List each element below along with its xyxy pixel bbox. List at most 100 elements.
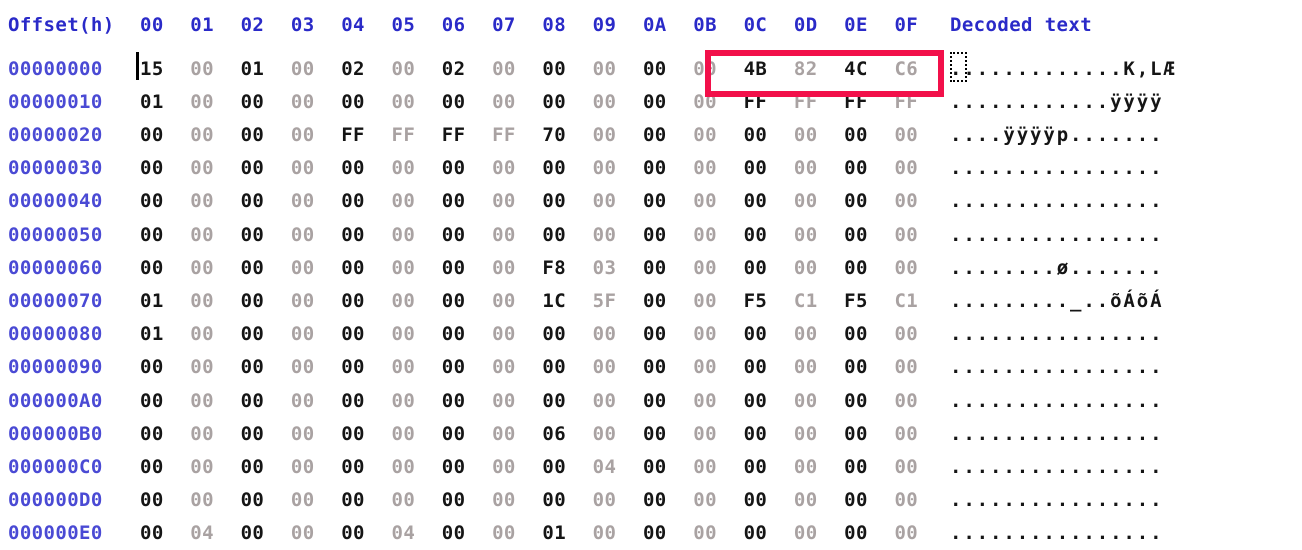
row-decoded-text[interactable]: ................ (950, 390, 1163, 412)
row-decoded-text[interactable]: ................ (950, 224, 1163, 246)
hex-byte[interactable]: 70 (542, 124, 592, 146)
hex-byte[interactable]: 00 (593, 58, 643, 80)
hex-byte[interactable]: 00 (140, 356, 190, 378)
hex-byte[interactable]: 00 (291, 456, 341, 478)
hex-byte[interactable]: 00 (492, 423, 542, 445)
hex-byte[interactable]: 00 (794, 456, 844, 478)
hex-byte[interactable]: 00 (492, 224, 542, 246)
hex-byte[interactable]: 00 (190, 58, 240, 80)
hex-byte[interactable]: 00 (542, 224, 592, 246)
hex-byte[interactable]: C1 (894, 290, 944, 312)
row-hex-cells[interactable]: 00 00 00 00 FF FF FF FF 70 00 00 00 00 00 00 00 (140, 118, 945, 151)
hex-byte[interactable]: 00 (442, 257, 492, 279)
hex-byte[interactable]: 00 (241, 91, 291, 113)
hex-byte[interactable]: F5 (744, 290, 794, 312)
hex-row[interactable]: 000000E0 00 04 00 00 00 04 00 00 01 00 00 00 00 00 00 00… (0, 517, 1302, 550)
hex-byte[interactable]: 00 (744, 323, 794, 345)
hex-byte[interactable]: 00 (844, 522, 894, 544)
hex-byte[interactable]: 00 (492, 157, 542, 179)
hex-byte[interactable]: 00 (693, 390, 743, 412)
hex-byte[interactable]: 00 (794, 390, 844, 412)
row-decoded-text[interactable]: .............K‚LÆ (950, 58, 1177, 80)
hex-byte[interactable]: 00 (391, 456, 441, 478)
hex-byte[interactable]: 00 (190, 124, 240, 146)
hex-row[interactable]: 00000070 01 00 00 00 00 00 00 00 1C 5F 00 00 F5 C1 F5 C1… (0, 284, 1302, 317)
hex-byte[interactable]: 00 (894, 356, 944, 378)
hex-byte[interactable]: FF (744, 91, 794, 113)
hex-byte[interactable]: 00 (442, 356, 492, 378)
row-decoded-text[interactable]: ................ (950, 356, 1163, 378)
hex-byte[interactable]: 00 (291, 522, 341, 544)
hex-row[interactable]: 00000000 15 00 01 00 02 00 02 00 00 00 00 00 4B 82 4C C6… (0, 52, 1302, 85)
hex-byte[interactable]: 00 (391, 157, 441, 179)
hex-byte[interactable]: 00 (241, 390, 291, 412)
hex-byte[interactable]: 1C (542, 290, 592, 312)
hex-byte[interactable]: 00 (291, 290, 341, 312)
hex-byte[interactable]: 00 (391, 323, 441, 345)
hex-byte[interactable]: 01 (140, 290, 190, 312)
hex-byte[interactable]: 00 (593, 124, 643, 146)
hex-byte[interactable]: 00 (643, 489, 693, 511)
hex-byte[interactable]: 00 (492, 323, 542, 345)
hex-byte[interactable]: 00 (693, 323, 743, 345)
hex-byte[interactable]: 00 (744, 190, 794, 212)
hex-byte[interactable]: 00 (241, 157, 291, 179)
row-decoded-text[interactable]: ................ (950, 423, 1163, 445)
hex-byte[interactable]: 00 (140, 456, 190, 478)
row-decoded-text[interactable]: ............ÿÿÿÿ (950, 91, 1163, 113)
hex-byte[interactable]: 00 (593, 323, 643, 345)
hex-byte[interactable]: 00 (643, 58, 693, 80)
hex-byte[interactable]: 00 (794, 224, 844, 246)
row-hex-cells[interactable]: 01 00 00 00 00 00 00 00 00 00 00 00 FF FF FF FF (140, 85, 945, 118)
hex-byte[interactable]: 00 (844, 423, 894, 445)
hex-byte[interactable]: 00 (241, 356, 291, 378)
hex-byte[interactable]: 00 (391, 489, 441, 511)
hex-byte[interactable]: FF (844, 91, 894, 113)
hex-byte[interactable]: 00 (391, 224, 441, 246)
hex-byte[interactable]: 00 (241, 456, 291, 478)
hex-byte[interactable]: FF (391, 124, 441, 146)
hex-byte[interactable]: 00 (190, 224, 240, 246)
hex-byte[interactable]: 00 (542, 489, 592, 511)
row-decoded-text[interactable]: ................ (950, 522, 1163, 544)
hex-byte[interactable]: 00 (693, 157, 743, 179)
hex-byte[interactable]: 02 (442, 58, 492, 80)
hex-byte[interactable]: 00 (291, 356, 341, 378)
hex-byte[interactable]: 00 (140, 522, 190, 544)
hex-byte[interactable]: 00 (140, 157, 190, 179)
hex-byte[interactable]: 00 (844, 224, 894, 246)
hex-byte[interactable]: 00 (391, 190, 441, 212)
hex-byte[interactable]: 00 (643, 91, 693, 113)
hex-byte[interactable]: 00 (190, 423, 240, 445)
hex-byte[interactable]: 01 (140, 91, 190, 113)
hex-byte[interactable]: 00 (291, 91, 341, 113)
hex-byte[interactable]: 00 (593, 190, 643, 212)
hex-byte[interactable]: 00 (190, 456, 240, 478)
hex-byte[interactable]: 00 (341, 157, 391, 179)
hex-byte[interactable]: 00 (643, 257, 693, 279)
hex-byte[interactable]: 00 (241, 257, 291, 279)
row-hex-cells[interactable]: 00 04 00 00 00 04 00 00 01 00 00 00 00 00 00 00 (140, 517, 945, 550)
hex-byte[interactable]: 00 (693, 58, 743, 80)
hex-byte[interactable]: 00 (291, 224, 341, 246)
hex-byte[interactable]: 00 (140, 124, 190, 146)
hex-byte[interactable]: 00 (844, 489, 894, 511)
hex-byte[interactable]: 04 (593, 456, 643, 478)
hex-byte[interactable]: 00 (794, 356, 844, 378)
row-hex-cells[interactable]: 00 00 00 00 00 00 00 00 00 00 00 00 00 00 00 00 (140, 484, 945, 517)
hex-byte[interactable]: 00 (291, 423, 341, 445)
hex-byte[interactable]: 00 (593, 356, 643, 378)
hex-byte[interactable]: 00 (190, 390, 240, 412)
hex-byte[interactable]: 00 (291, 157, 341, 179)
hex-byte[interactable]: 00 (744, 423, 794, 445)
hex-byte[interactable]: 00 (693, 522, 743, 544)
hex-byte[interactable]: 00 (140, 257, 190, 279)
hex-byte[interactable]: 00 (140, 190, 190, 212)
hex-byte[interactable]: 00 (442, 323, 492, 345)
hex-byte[interactable]: 00 (341, 323, 391, 345)
hex-byte[interactable]: 00 (241, 522, 291, 544)
hex-byte[interactable]: 00 (593, 390, 643, 412)
hex-byte[interactable]: 00 (542, 91, 592, 113)
hex-byte[interactable]: 00 (391, 390, 441, 412)
hex-byte[interactable]: F5 (844, 290, 894, 312)
